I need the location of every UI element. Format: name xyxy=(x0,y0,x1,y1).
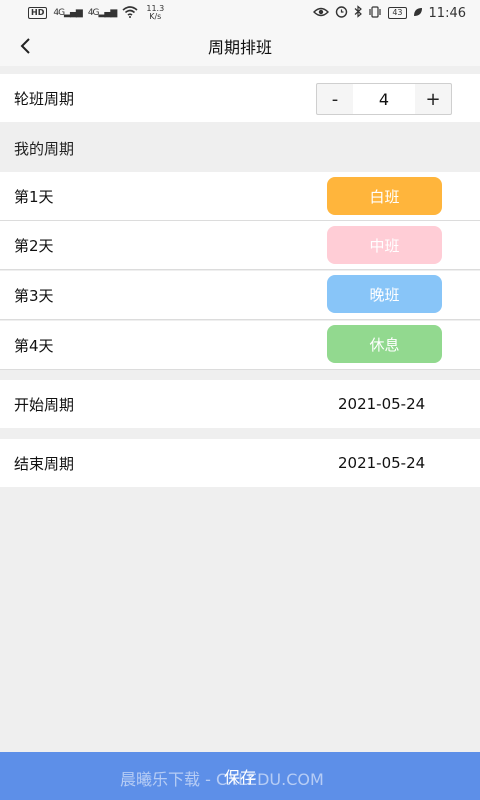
shift-button-middle[interactable]: 中班 xyxy=(327,226,442,264)
leaf-icon xyxy=(413,6,423,20)
end-cycle-label: 结束周期 xyxy=(14,454,75,473)
status-bar-right: 43 11:46 xyxy=(313,5,466,21)
clock: 11:46 xyxy=(428,5,466,21)
shift-period-row: 轮班周期 - 4 + xyxy=(0,74,480,122)
day-label: 第3天 xyxy=(14,286,54,305)
status-bar: HD 4G▂▄▆ 4G▂▄▆ 11.3 K/s 43 11:46 xyxy=(0,0,480,26)
day-label: 第4天 xyxy=(14,336,54,355)
alarm-icon xyxy=(335,5,348,21)
start-date-value: 2021-05-24 xyxy=(338,395,426,413)
page-title: 周期排班 xyxy=(207,38,272,57)
day-row: 第3天 晚班 xyxy=(0,271,480,320)
end-cycle-row[interactable]: 结束周期 2021-05-24 xyxy=(0,439,480,487)
shift-button-rest[interactable]: 休息 xyxy=(327,325,442,363)
save-button[interactable]: 保存 xyxy=(0,752,480,800)
shift-period-label: 轮班周期 xyxy=(14,89,75,108)
day-label: 第1天 xyxy=(14,187,54,206)
chevron-left-icon xyxy=(20,38,30,54)
status-bar-left: HD 4G▂▄▆ 4G▂▄▆ 11.3 K/s xyxy=(28,5,166,21)
shift-button-night[interactable]: 晚班 xyxy=(327,275,442,313)
shift-button-day[interactable]: 白班 xyxy=(327,177,442,215)
bluetooth-icon xyxy=(354,5,363,21)
day-label: 第2天 xyxy=(14,236,54,255)
my-cycle-label: 我的周期 xyxy=(14,140,75,158)
signal-icon-2: 4G▂▄▆ xyxy=(87,8,117,18)
end-date-value: 2021-05-24 xyxy=(338,454,426,472)
wifi-icon xyxy=(122,5,138,21)
start-cycle-label: 开始周期 xyxy=(14,395,75,414)
day-row: 第4天 休息 xyxy=(0,321,480,370)
back-button[interactable] xyxy=(14,32,38,60)
eye-icon xyxy=(313,6,330,21)
network-speed: 11.3 K/s xyxy=(146,4,165,21)
day-row: 第2天 中班 xyxy=(0,221,480,270)
nav-bar: 周期排班 xyxy=(0,26,480,66)
start-cycle-row[interactable]: 开始周期 2021-05-24 xyxy=(0,380,480,428)
signal-icon: 4G▂▄▆ xyxy=(53,8,82,18)
increment-button[interactable]: + xyxy=(415,89,451,110)
period-value[interactable]: 4 xyxy=(353,84,415,114)
period-stepper: - 4 + xyxy=(316,83,452,115)
decrement-button[interactable]: - xyxy=(317,89,353,110)
battery-icon: 43 xyxy=(388,7,407,19)
vibrate-icon xyxy=(368,5,382,21)
hd-icon: HD xyxy=(28,7,48,19)
day-row: 第1天 白班 xyxy=(0,172,480,221)
